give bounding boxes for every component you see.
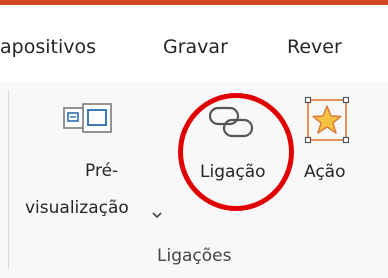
action-button[interactable]: Ação: [300, 94, 362, 194]
group-separator: [8, 90, 9, 268]
star-icon: [304, 96, 350, 148]
preview-label-line1: Pré-: [85, 161, 119, 181]
preview-label-line2: visualização: [25, 198, 129, 218]
preview-icon: [63, 102, 113, 142]
ribbon-panel: Pré- visualização Ligação Ação Ligações: [0, 82, 388, 278]
chevron-down-icon[interactable]: [151, 205, 163, 224]
ribbon-tab-bar: apositivos Gravar Rever: [0, 5, 388, 87]
link-button[interactable]: Ligação: [192, 94, 282, 194]
tab-record[interactable]: Gravar: [163, 35, 228, 59]
link-icon: [206, 100, 258, 150]
tab-review[interactable]: Rever: [287, 35, 342, 59]
preview-button[interactable]: Pré- visualização: [25, 94, 165, 224]
action-label: Ação: [304, 162, 346, 182]
group-label-links: Ligações: [157, 246, 232, 266]
tab-slide-show[interactable]: apositivos: [0, 35, 96, 59]
link-label: Ligação: [200, 162, 266, 182]
